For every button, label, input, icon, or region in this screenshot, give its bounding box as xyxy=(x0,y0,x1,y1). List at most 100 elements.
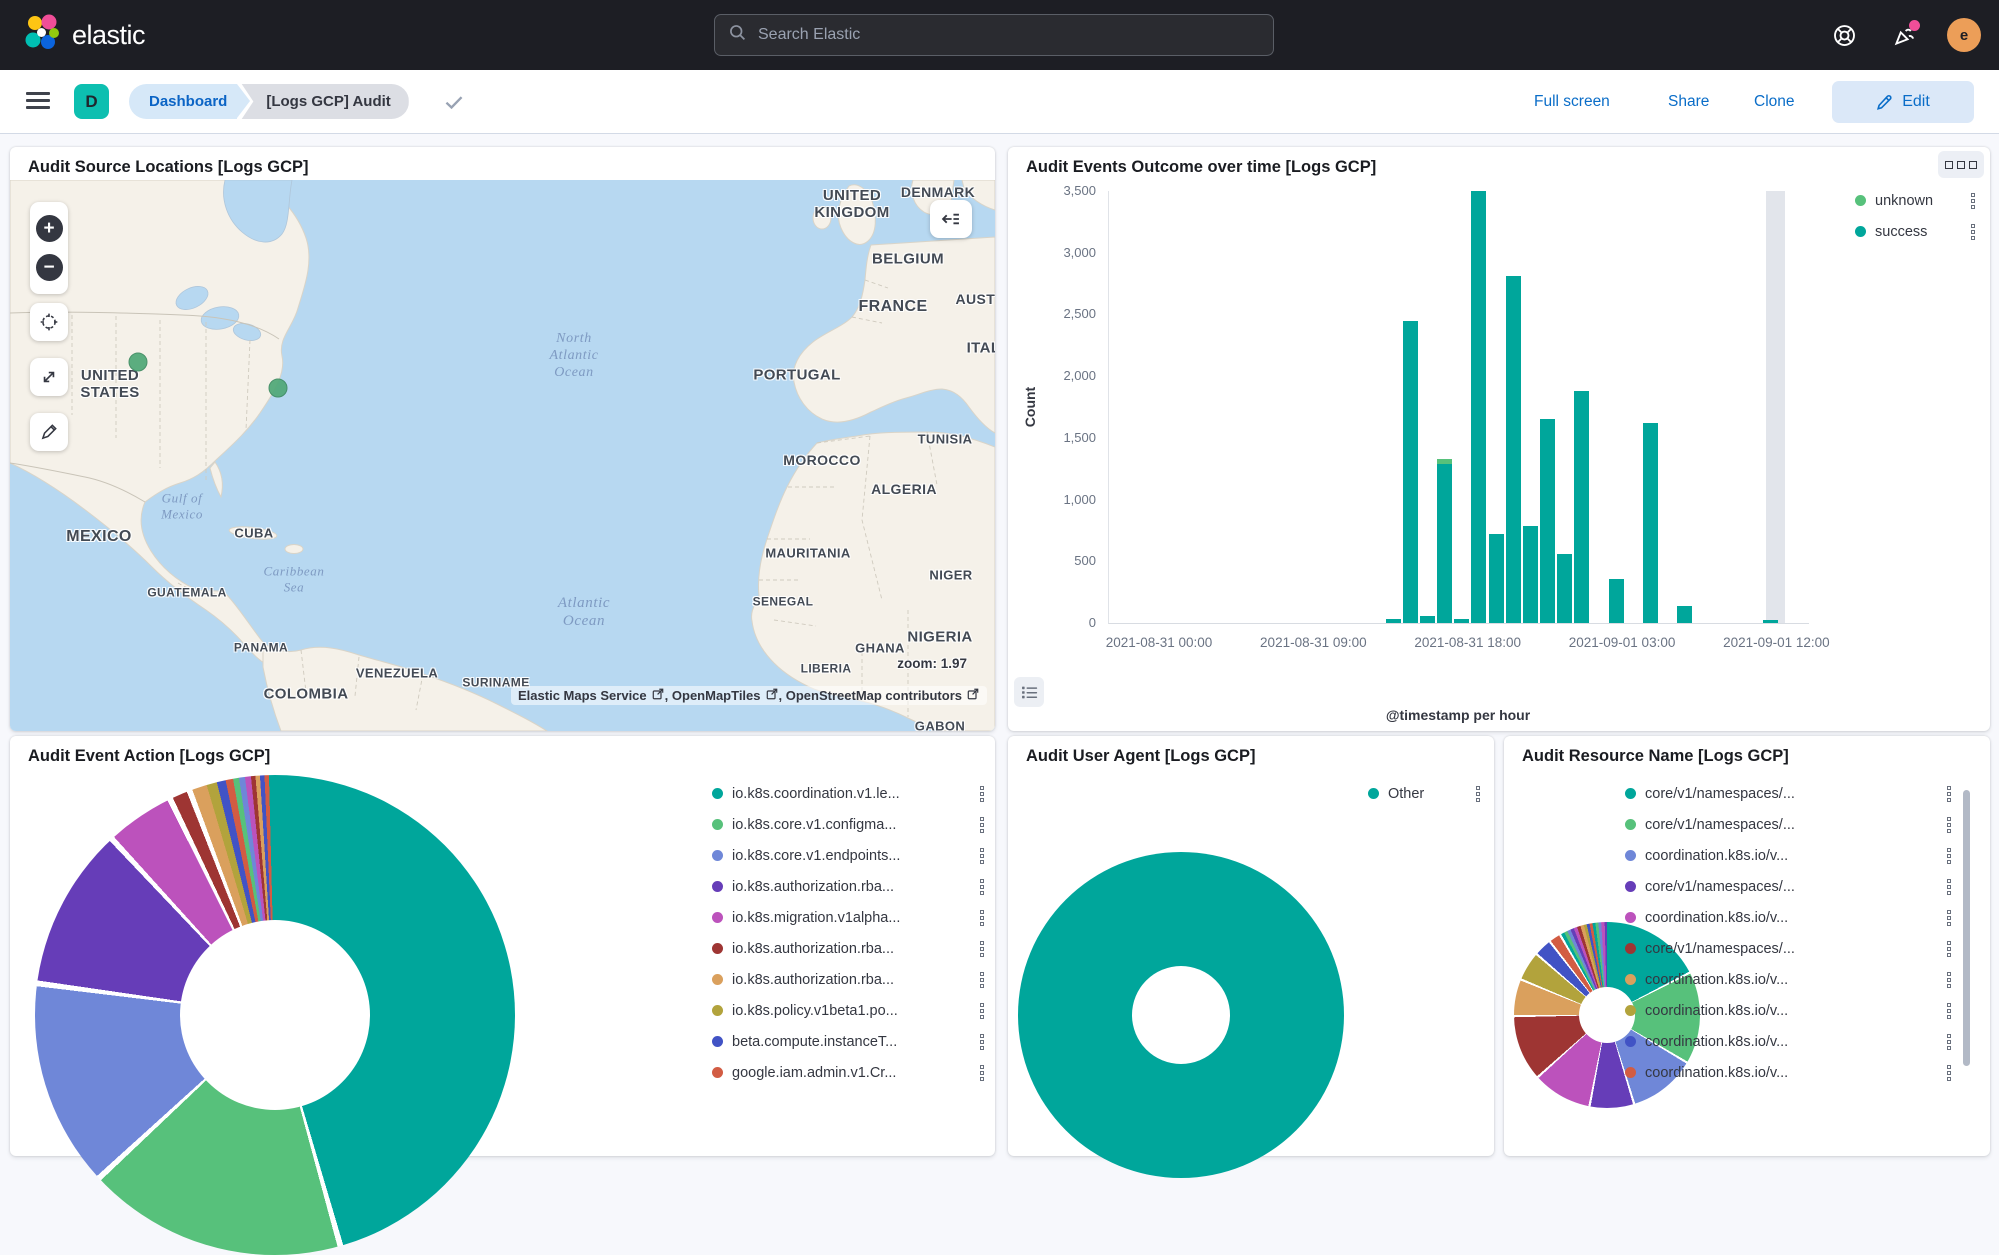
bar-success[interactable] xyxy=(1489,534,1504,623)
legend-item[interactable]: io.k8s.core.v1.endpoints... xyxy=(712,845,984,866)
bar-success[interactable] xyxy=(1437,464,1452,623)
bar-success[interactable] xyxy=(1471,191,1486,623)
bar-success[interactable] xyxy=(1454,619,1469,623)
zoom-in-button[interactable]: + xyxy=(36,215,63,242)
legend-menu-icon[interactable] xyxy=(1947,1003,1951,1019)
global-search[interactable] xyxy=(714,14,1274,56)
event-action-donut-chart[interactable] xyxy=(35,775,515,1255)
bar-success[interactable] xyxy=(1609,579,1624,623)
full-screen-button[interactable]: Full screen xyxy=(1534,70,1610,133)
legend-item[interactable]: coordination.k8s.io/v... xyxy=(1625,1000,1951,1021)
legend-menu-icon[interactable] xyxy=(980,941,984,957)
legend-menu-icon[interactable] xyxy=(1971,224,1975,240)
attribution-link[interactable]: Elastic Maps Service xyxy=(518,688,647,703)
legend-item[interactable]: coordination.k8s.io/v... xyxy=(1625,1031,1951,1052)
search-input[interactable] xyxy=(756,25,1259,45)
bar-success[interactable] xyxy=(1557,554,1572,623)
clone-button[interactable]: Clone xyxy=(1754,70,1795,133)
bar-success[interactable] xyxy=(1763,620,1778,623)
legend-menu-icon[interactable] xyxy=(980,1065,984,1081)
legend-menu-icon[interactable] xyxy=(980,817,984,833)
breadcrumb-dashboard[interactable]: Dashboard xyxy=(129,84,237,119)
user-avatar[interactable]: e xyxy=(1947,18,1981,52)
legend-menu-icon[interactable] xyxy=(980,879,984,895)
legend-item[interactable]: google.iam.admin.v1.Cr... xyxy=(712,1062,984,1083)
legend-item[interactable]: coordination.k8s.io/v... xyxy=(1625,845,1951,866)
attribution-link[interactable]: OpenStreetMap contributors xyxy=(786,688,962,703)
legend-menu-icon[interactable] xyxy=(1947,817,1951,833)
legend-menu-icon[interactable] xyxy=(1947,972,1951,988)
legend-item[interactable]: beta.compute.instanceT... xyxy=(712,1031,984,1052)
set-view-button[interactable] xyxy=(30,303,68,341)
map-data-marker[interactable] xyxy=(129,353,148,372)
map-canvas[interactable]: UNITED KINGDOMDENMARKBELGIUMFRANCEAUSTRI… xyxy=(10,180,995,731)
legend-item[interactable]: core/v1/namespaces/... xyxy=(1625,876,1951,897)
menu-icon[interactable] xyxy=(26,92,50,114)
legend-menu-icon[interactable] xyxy=(980,1034,984,1050)
legend-menu-icon[interactable] xyxy=(1947,848,1951,864)
legend-item[interactable]: io.k8s.authorization.rba... xyxy=(712,938,984,959)
panel-title: Audit User Agent [Logs GCP] xyxy=(1026,747,1255,766)
user-agent-donut-chart[interactable] xyxy=(1018,852,1344,1178)
draw-tools-button[interactable] xyxy=(30,413,68,451)
bar-success[interactable] xyxy=(1386,619,1401,623)
legend-scrollbar[interactable] xyxy=(1963,790,1970,1066)
legend-menu-icon[interactable] xyxy=(1971,193,1975,209)
bar-chart-plot[interactable] xyxy=(1108,191,1809,624)
legend-item[interactable]: coordination.k8s.io/v... xyxy=(1625,907,1951,928)
share-button[interactable]: Share xyxy=(1668,70,1709,133)
legend-item[interactable]: success xyxy=(1855,221,1975,242)
help-icon[interactable] xyxy=(1827,18,1861,52)
bar-success[interactable] xyxy=(1643,423,1658,623)
bar-success[interactable] xyxy=(1403,321,1418,623)
bar-unknown[interactable] xyxy=(1437,459,1452,464)
legend-item[interactable]: io.k8s.authorization.rba... xyxy=(712,876,984,897)
legend-menu-icon[interactable] xyxy=(1947,1065,1951,1081)
bar-success[interactable] xyxy=(1574,391,1589,623)
legend-item[interactable]: io.k8s.core.v1.configma... xyxy=(712,814,984,835)
bar-success[interactable] xyxy=(1420,616,1435,623)
legend-item[interactable]: core/v1/namespaces/... xyxy=(1625,938,1951,959)
bar-success[interactable] xyxy=(1506,276,1521,623)
legend-menu-icon[interactable] xyxy=(980,972,984,988)
legend-toggle-icon[interactable] xyxy=(1014,677,1044,707)
map-country-label: TUNISIA xyxy=(918,433,973,448)
map-data-marker[interactable] xyxy=(269,379,288,398)
legend-item[interactable]: io.k8s.authorization.rba... xyxy=(712,969,984,990)
legend-item[interactable]: io.k8s.coordination.v1.le... xyxy=(712,783,984,804)
bar-success[interactable] xyxy=(1677,606,1692,623)
edit-button[interactable]: Edit xyxy=(1832,81,1974,123)
attribution-link[interactable]: OpenMapTiles xyxy=(672,688,761,703)
legend-item-label: beta.compute.instanceT... xyxy=(732,1034,971,1050)
collapse-layers-button[interactable] xyxy=(930,200,972,238)
map-attribution[interactable]: Elastic Maps Service, OpenMapTiles, Open… xyxy=(511,686,987,705)
legend-menu-icon[interactable] xyxy=(1947,1034,1951,1050)
legend-menu-icon[interactable] xyxy=(980,910,984,926)
legend-item[interactable]: unknown xyxy=(1855,190,1975,211)
legend-item[interactable]: io.k8s.policy.v1beta1.po... xyxy=(712,1000,984,1021)
bar-success[interactable] xyxy=(1540,419,1555,623)
dashboard-app-badge[interactable]: D xyxy=(74,84,109,119)
bar-success[interactable] xyxy=(1523,526,1538,624)
legend-item[interactable]: coordination.k8s.io/v... xyxy=(1625,1062,1951,1083)
elastic-brand[interactable]: elastic xyxy=(24,14,145,57)
zoom-out-button[interactable]: − xyxy=(36,254,63,281)
legend-menu-icon[interactable] xyxy=(980,786,984,802)
legend-menu-icon[interactable] xyxy=(980,848,984,864)
y-axis-tick-label: 3,500 xyxy=(1008,183,1096,198)
legend-menu-icon[interactable] xyxy=(1947,879,1951,895)
legend-menu-icon[interactable] xyxy=(1476,786,1480,802)
legend-item[interactable]: io.k8s.migration.v1alpha... xyxy=(712,907,984,928)
legend-item[interactable]: coordination.k8s.io/v... xyxy=(1625,969,1951,990)
legend-item[interactable]: core/v1/namespaces/... xyxy=(1625,814,1951,835)
whats-new-icon[interactable] xyxy=(1887,18,1921,52)
legend-menu-icon[interactable] xyxy=(1947,786,1951,802)
fit-to-data-button[interactable] xyxy=(30,358,68,396)
legend-item[interactable]: Other xyxy=(1368,783,1480,804)
legend-item[interactable]: core/v1/namespaces/... xyxy=(1625,783,1951,804)
legend-menu-icon[interactable] xyxy=(1947,910,1951,926)
breadcrumb-current[interactable]: [Logs GCP] Audit xyxy=(240,84,408,119)
legend-menu-icon[interactable] xyxy=(980,1003,984,1019)
legend-menu-icon[interactable] xyxy=(1947,941,1951,957)
panel-menu-icon[interactable] xyxy=(1938,151,1984,178)
